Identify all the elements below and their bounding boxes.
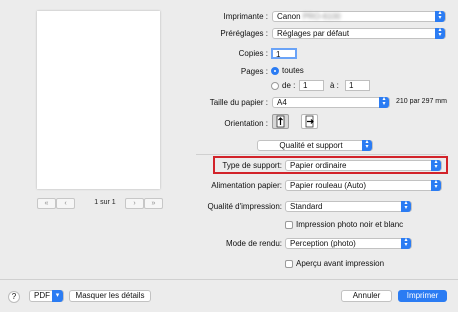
print-quality-value: Standard [290, 202, 323, 211]
pages-all-radio[interactable] [271, 67, 279, 75]
presets-value: Réglages par défaut [277, 29, 350, 38]
hide-details-button[interactable]: Masquer les détails [69, 290, 151, 302]
cancel-button[interactable]: Annuler [341, 290, 392, 302]
paper-source-select[interactable]: Papier rouleau (Auto) ▴ ▾ [285, 179, 442, 191]
pdf-menu-button[interactable]: PDF ▾ [29, 290, 64, 302]
stepper-icon: ▴ ▾ [431, 179, 441, 191]
pages-range-radio[interactable] [271, 82, 279, 90]
paper-source-label: Alimentation papier: [211, 181, 282, 190]
presets-label: Préréglages : [220, 29, 268, 38]
paper-size-label: Taille du papier : [209, 98, 268, 107]
print-quality-select[interactable]: Standard ▴ ▾ [285, 200, 412, 212]
preview-checkbox[interactable] [285, 260, 293, 268]
stepper-icon: ▴ ▾ [362, 139, 372, 151]
help-button[interactable]: ? [8, 291, 20, 303]
media-type-select[interactable]: Papier ordinaire ▴ ▾ [285, 159, 442, 171]
next-page-button[interactable]: › [125, 198, 144, 209]
landscape-orientation-button[interactable] [301, 114, 318, 129]
prev-page-button[interactable]: ‹ [56, 198, 75, 209]
media-type-label: Type de support: [222, 161, 282, 170]
printer-select[interactable]: Canon PRO-6100 ▴ ▾ [272, 10, 446, 22]
first-page-button[interactable]: « [37, 198, 56, 209]
stepper-icon: ▴ ▾ [435, 10, 445, 22]
copies-input[interactable]: 1 [271, 48, 297, 59]
footer-divider [0, 279, 458, 280]
pdf-label: PDF [34, 291, 50, 300]
rendering-label: Mode de rendu: [225, 239, 282, 248]
orientation-label: Orientation : [224, 119, 268, 128]
stepper-icon: ▴ ▾ [401, 200, 411, 212]
pages-all-label: toutes [282, 66, 304, 75]
grayscale-checkbox[interactable] [285, 221, 293, 229]
media-type-value: Papier ordinaire [290, 161, 347, 170]
stepper-icon: ▴ ▾ [379, 96, 389, 108]
section-divider [196, 154, 446, 155]
stepper-icon: ▴ ▾ [401, 237, 411, 249]
portrait-orientation-button[interactable] [272, 114, 289, 129]
print-button[interactable]: Imprimer [398, 290, 447, 302]
pages-from-input[interactable]: 1 [299, 80, 324, 91]
rendering-value: Perception (photo) [290, 239, 356, 248]
paper-dimensions: 210 par 297 mm [396, 98, 447, 105]
pages-label: Pages : [240, 67, 268, 76]
pages-to-label: à : [330, 81, 339, 90]
paper-size-select[interactable]: A4 ▴ ▾ [272, 96, 390, 108]
landscape-icon [305, 115, 314, 128]
page-indicator: 1 sur 1 [94, 199, 116, 206]
section-value: Qualité et support [279, 141, 343, 150]
grayscale-label: Impression photo noir et blanc [296, 220, 404, 229]
section-select[interactable]: Qualité et support ▴ ▾ [257, 139, 373, 151]
presets-select[interactable]: Réglages par défaut ▴ ▾ [272, 27, 446, 39]
preview-pager: « ‹ 1 sur 1 › » [37, 198, 177, 209]
copies-label: Copies : [238, 49, 268, 58]
printer-label: Imprimante : [223, 12, 268, 21]
portrait-icon [276, 115, 285, 128]
pages-from-label: de : [282, 81, 296, 90]
stepper-icon: ▴ ▾ [431, 159, 441, 171]
last-page-button[interactable]: » [144, 198, 163, 209]
help-icon: ? [11, 292, 17, 301]
rendering-select[interactable]: Perception (photo) ▴ ▾ [285, 237, 412, 249]
chevron-down-icon: ▾ [52, 290, 63, 302]
stepper-icon: ▴ ▾ [435, 27, 445, 39]
printer-value: Canon PRO-6100 [277, 12, 341, 21]
print-quality-label: Qualité d'impression: [207, 202, 282, 211]
paper-source-value: Papier rouleau (Auto) [290, 181, 367, 190]
pages-to-input[interactable]: 1 [345, 80, 370, 91]
preview-check-label: Aperçu avant impression [296, 259, 385, 268]
page-preview [37, 11, 160, 189]
paper-size-value: A4 [277, 98, 287, 107]
